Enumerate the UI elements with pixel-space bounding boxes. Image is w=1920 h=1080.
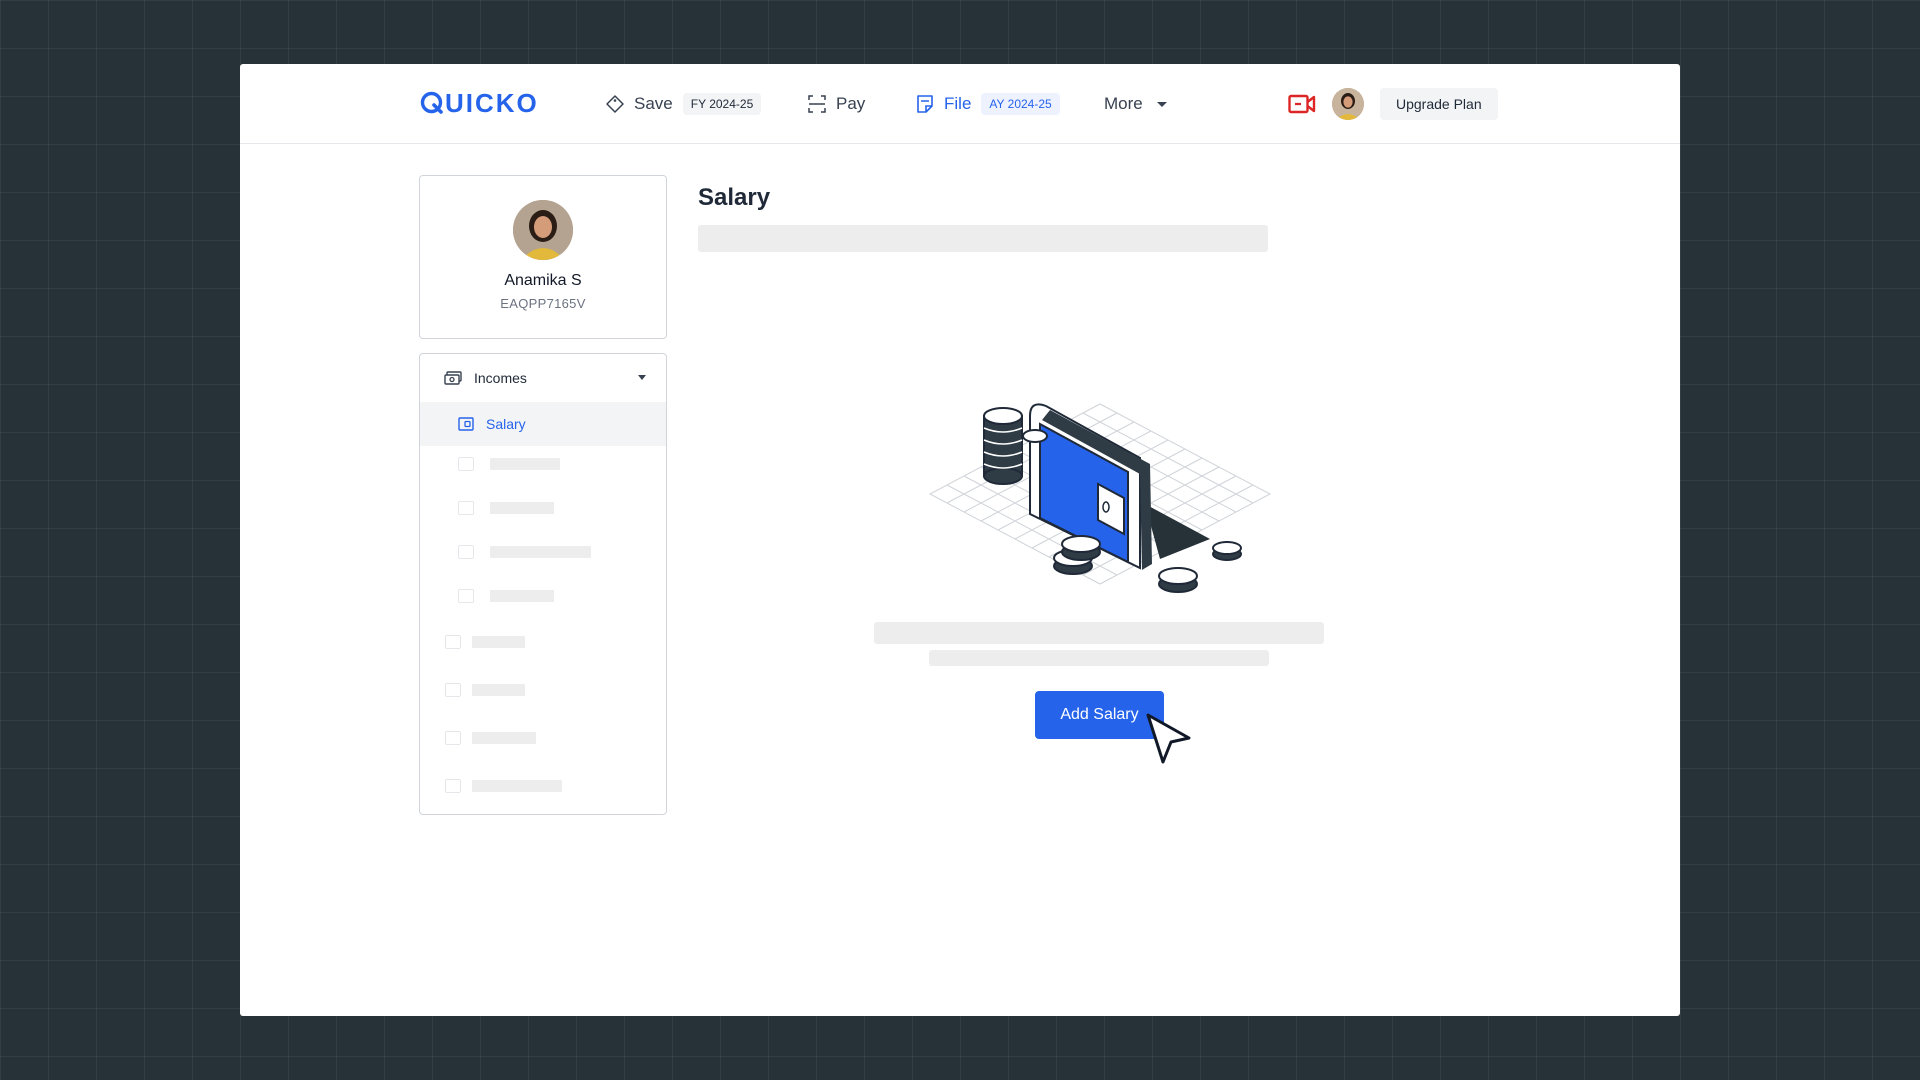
profile-name: Anamika S	[504, 272, 582, 289]
tag-icon	[606, 95, 624, 113]
scan-icon	[808, 95, 826, 113]
nav-more-label: More	[1104, 94, 1143, 113]
placeholder-icon	[445, 683, 461, 697]
sidebar-section-incomes[interactable]: Incomes	[420, 354, 666, 402]
skeleton-bar	[490, 458, 560, 470]
profile-avatar	[513, 200, 573, 260]
sidebar-item-placeholder[interactable]	[445, 731, 536, 745]
fy-chip: FY 2024-25	[682, 93, 762, 115]
chevron-down-icon	[1156, 101, 1167, 107]
nav-save[interactable]: Save FY 2024-25	[605, 90, 762, 118]
logo-q-mark	[420, 91, 444, 115]
sidebar-item-placeholder[interactable]	[445, 635, 525, 649]
file-icon	[917, 95, 933, 113]
empty-state-text-skeleton	[929, 650, 1269, 666]
nav-file-label: File	[944, 94, 972, 113]
wallet-illustration	[928, 403, 1272, 593]
skeleton-bar	[472, 684, 525, 696]
empty-state-title-skeleton	[874, 622, 1324, 644]
video-call-icon[interactable]	[1288, 92, 1316, 116]
skeleton-bar	[472, 732, 536, 744]
placeholder-icon	[458, 501, 474, 515]
money-icon	[444, 371, 462, 385]
sidebar-section-label: Incomes	[474, 370, 527, 386]
income-sidebar: Incomes Salary	[419, 353, 667, 815]
nav-pay[interactable]: Pay	[807, 90, 865, 118]
upgrade-plan-button[interactable]: Upgrade Plan	[1380, 88, 1498, 120]
profile-card[interactable]: Anamika S EAQPP7165V	[419, 175, 667, 339]
sidebar-item-salary[interactable]: Salary	[420, 402, 666, 446]
sidebar-item-placeholder[interactable]	[445, 683, 525, 697]
ay-chip: AY 2024-25	[981, 93, 1060, 115]
user-avatar[interactable]	[1332, 88, 1364, 120]
app-window: UICKO Save FY 2024-25 Pay File AY 2024-2…	[240, 64, 1680, 1016]
placeholder-icon	[445, 635, 461, 649]
nav-pay-label: Pay	[836, 94, 866, 113]
skeleton-bar	[490, 590, 554, 602]
placeholder-icon	[458, 457, 474, 471]
quicko-logo[interactable]: UICKO	[420, 87, 539, 118]
sidebar-item-placeholder[interactable]	[458, 501, 554, 515]
chevron-down-icon[interactable]	[638, 375, 646, 380]
subtitle-skeleton	[698, 225, 1268, 252]
salary-wallet-icon	[458, 417, 474, 431]
nav-save-label: Save	[634, 94, 673, 113]
placeholder-icon	[445, 731, 461, 745]
skeleton-bar	[490, 502, 554, 514]
placeholder-icon	[458, 589, 474, 603]
top-navigation-bar: UICKO Save FY 2024-25 Pay File AY 2024-2…	[240, 64, 1680, 144]
nav-more[interactable]: More	[1104, 90, 1167, 118]
sidebar-item-placeholder[interactable]	[458, 589, 554, 603]
placeholder-icon	[458, 545, 474, 559]
nav-file[interactable]: File AY 2024-25	[915, 90, 1060, 118]
skeleton-bar	[472, 636, 525, 648]
logo-text: UICKO	[445, 87, 539, 118]
sidebar-item-placeholder[interactable]	[458, 545, 591, 559]
page-title: Salary	[698, 184, 771, 211]
mouse-pointer-icon	[1146, 713, 1191, 764]
sidebar-item-placeholder[interactable]	[445, 779, 562, 793]
sidebar-item-label: Salary	[486, 416, 526, 432]
sidebar-item-placeholder[interactable]	[458, 457, 560, 471]
placeholder-icon	[445, 779, 461, 793]
skeleton-bar	[490, 546, 591, 558]
profile-pan: EAQPP7165V	[500, 296, 586, 311]
skeleton-bar	[472, 780, 562, 792]
